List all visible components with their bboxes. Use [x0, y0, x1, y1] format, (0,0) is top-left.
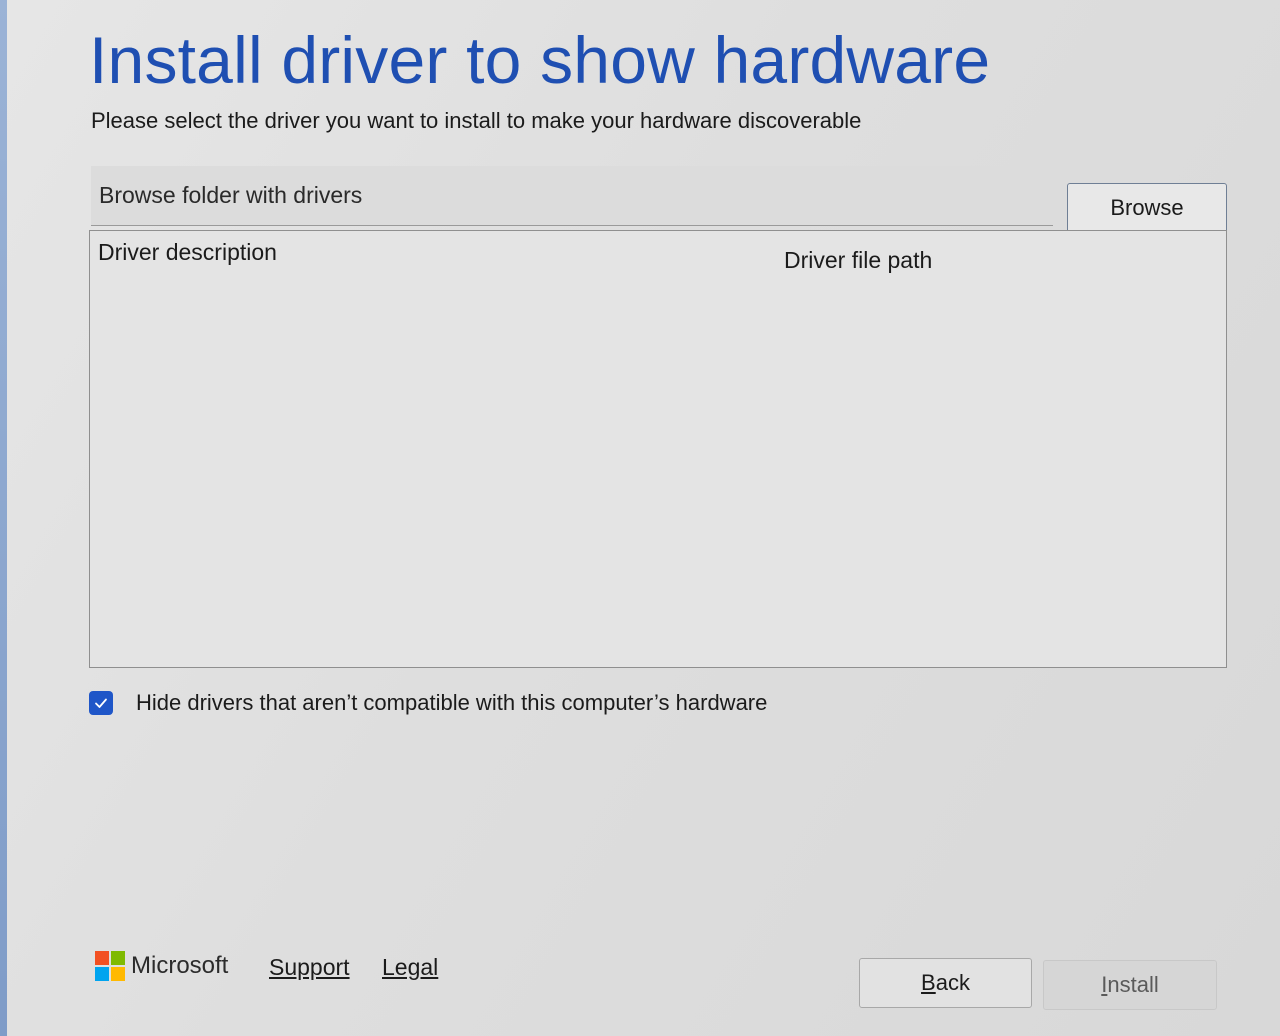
support-link[interactable]: Support — [269, 954, 350, 981]
microsoft-logo-icon — [95, 951, 125, 981]
checkmark-icon — [95, 698, 107, 708]
legal-link[interactable]: Legal — [382, 954, 438, 981]
hide-incompatible-label[interactable]: Hide drivers that aren’t compatible with… — [136, 690, 767, 716]
microsoft-wordmark: Microsoft — [131, 952, 229, 979]
microsoft-brand: Microsoft — [95, 951, 228, 981]
driver-list-table[interactable]: Driver description Driver file path — [89, 230, 1227, 668]
hide-incompatible-checkbox[interactable] — [89, 691, 113, 715]
driver-install-window: Install driver to show hardware Please s… — [7, 0, 1280, 1036]
window-left-edge — [0, 0, 7, 1036]
driver-folder-input[interactable] — [91, 166, 1053, 226]
browse-button[interactable]: Browse — [1067, 183, 1227, 233]
page-subtitle: Please select the driver you want to ins… — [91, 108, 862, 133]
install-button[interactable]: Install — [1043, 960, 1217, 1010]
back-button-label: ack — [935, 970, 970, 995]
back-button-mnemonic: B — [921, 970, 936, 995]
install-button-label: nstall — [1107, 972, 1159, 997]
page-title: Install driver to show hardware — [89, 23, 991, 97]
column-header-driver-description[interactable]: Driver description — [98, 239, 277, 266]
hide-incompatible-drivers-option[interactable]: Hide drivers that aren’t compatible with… — [89, 690, 767, 716]
driver-list-body — [90, 283, 1226, 667]
back-button[interactable]: Back — [859, 958, 1032, 1008]
column-header-driver-file-path[interactable]: Driver file path — [784, 247, 932, 274]
